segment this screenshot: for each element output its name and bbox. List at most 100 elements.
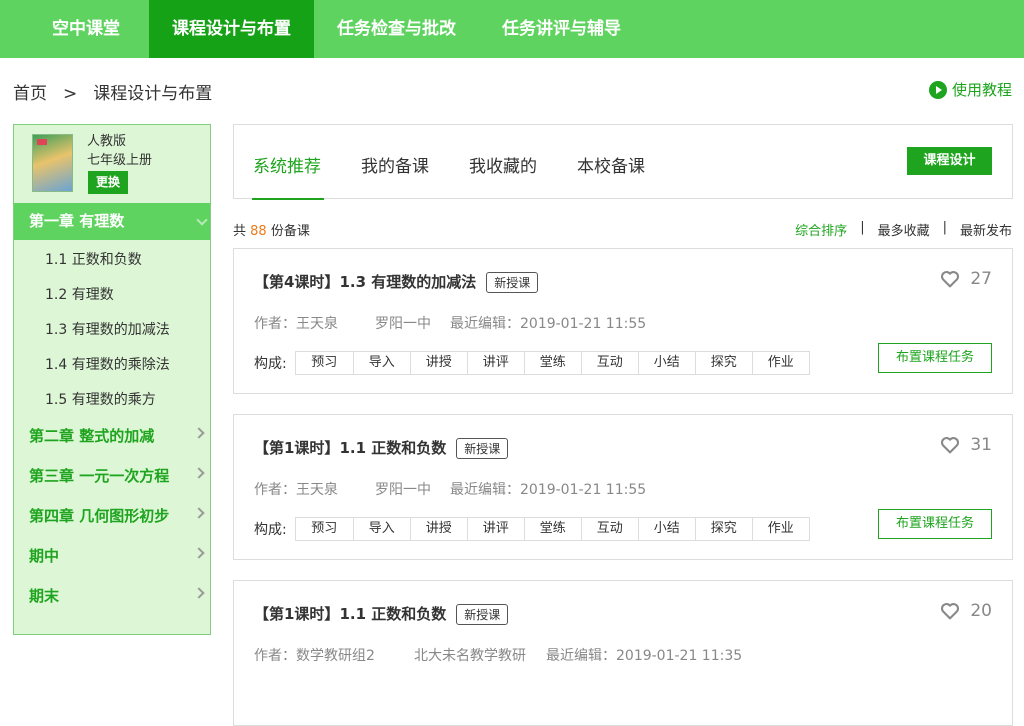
sort-separator: | <box>860 220 865 235</box>
section-item[interactable]: 1.3 有理数的加减法 <box>45 319 170 339</box>
composition-tag: 讲授 <box>409 352 467 374</box>
course-design-button[interactable]: 课程设计 <box>907 147 992 175</box>
composition-tag: 讲评 <box>466 352 524 374</box>
composition-tag: 导入 <box>352 518 410 540</box>
section-item[interactable]: 1.2 有理数 <box>45 284 114 304</box>
chapter-label: 第四章 几何图形初步 <box>29 507 170 525</box>
lesson-author: 作者：王天泉 <box>254 316 338 332</box>
composition-tag: 作业 <box>751 352 809 374</box>
lesson-type-badge: 新授课 <box>486 272 539 293</box>
heart-icon <box>941 271 960 288</box>
textbook-cover <box>32 134 73 192</box>
chapter-item[interactable]: 第四章 几何图形初步 <box>29 505 209 526</box>
chevron-right-icon <box>193 427 205 439</box>
assign-task-button[interactable]: 布置课程任务 <box>878 343 992 373</box>
lesson-card[interactable]: 【第1课时】1.1 正数和负数 新授课 31 作者：王天泉 罗阳一中 最近编辑：201… <box>233 414 1013 560</box>
nav-course-design[interactable]: 课程设计与布置 <box>149 0 314 58</box>
composition-tag: 探究 <box>694 518 752 540</box>
favorite-number: 31 <box>970 435 992 455</box>
lesson-composition: 构成: 预习 导入 讲授 讲评 堂练 互动 小结 探究 作业 <box>254 351 810 375</box>
chapter-item[interactable]: 期末 <box>29 585 209 606</box>
chapter-item[interactable]: 第三章 一元一次方程 <box>29 465 209 486</box>
composition-tag: 堂练 <box>523 518 581 540</box>
chapter-label: 期中 <box>29 547 60 565</box>
nav-task-check[interactable]: 任务检查与批改 <box>314 0 479 58</box>
lesson-title[interactable]: 【第4课时】1.3 有理数的加减法 <box>254 273 476 291</box>
favorite-number: 27 <box>970 269 992 289</box>
textbook-publisher: 人教版 <box>87 134 127 149</box>
lesson-edited: 最近编辑：2019-01-21 11:35 <box>546 648 743 664</box>
top-nav: 空中课堂 课程设计与布置 任务检查与批改 任务讲评与辅导 <box>0 0 1024 58</box>
lesson-meta: 作者：王天泉 罗阳一中 最近编辑：2019-01-21 11:55 <box>254 479 646 499</box>
composition-tag: 小结 <box>637 518 695 540</box>
chevron-right-icon <box>193 507 205 519</box>
tab-my-favorites[interactable]: 我收藏的 <box>469 152 537 177</box>
chapter-label: 第一章 有理数 <box>29 212 125 230</box>
assign-task-button[interactable]: 布置课程任务 <box>878 509 992 539</box>
nav-air-classroom[interactable]: 空中课堂 <box>0 0 149 58</box>
tutorial-link[interactable]: 使用教程 <box>928 79 1012 100</box>
change-textbook-button[interactable]: 更换 <box>88 171 128 194</box>
breadcrumb-home[interactable]: 首页 <box>13 84 47 104</box>
sort-most-favorited[interactable]: 最多收藏 <box>878 220 930 239</box>
tab-panel: 系统推荐 我的备课 我收藏的 本校备课 课程设计 <box>233 124 1013 200</box>
sort-options: 综合排序 | 最多收藏 | 最新发布 <box>795 220 1012 239</box>
lesson-title[interactable]: 【第1课时】1.1 正数和负数 <box>254 439 446 457</box>
lesson-school: 罗阳一中 <box>375 316 431 332</box>
textbook-info: 人教版 七年级上册 <box>87 132 152 170</box>
sort-newest[interactable]: 最新发布 <box>960 220 1012 239</box>
textbook-grade: 七年级上册 <box>87 153 153 168</box>
lesson-title-row: 【第1课时】1.1 正数和负数 新授课 <box>254 437 509 459</box>
lesson-type-badge: 新授课 <box>456 438 509 459</box>
chapter-label: 第二章 整式的加减 <box>29 427 155 445</box>
nav-task-review[interactable]: 任务讲评与辅导 <box>479 0 644 58</box>
count-suffix: 份备课 <box>266 224 310 239</box>
chevron-down-icon <box>196 214 208 226</box>
lesson-author: 作者：数学教研组2 <box>254 648 375 664</box>
composition-tag: 小结 <box>637 352 695 374</box>
lesson-meta: 作者：数学教研组2 北大未名教学教研 最近编辑：2019-01-21 11:35 <box>254 645 742 665</box>
composition-tag: 互动 <box>580 518 638 540</box>
lesson-title[interactable]: 【第1课时】1.1 正数和负数 <box>254 605 446 623</box>
chapter-item[interactable]: 期中 <box>29 545 209 566</box>
heart-icon <box>941 437 960 454</box>
composition-tag: 探究 <box>694 352 752 374</box>
composition-tag: 讲评 <box>466 518 524 540</box>
tab-system-recommend[interactable]: 系统推荐 <box>253 152 321 177</box>
favorite-count[interactable]: 31 <box>940 435 992 455</box>
chapter-item[interactable]: 第二章 整式的加减 <box>29 425 209 446</box>
chapter-item-active[interactable]: 第一章 有理数 <box>14 203 210 240</box>
sort-overall[interactable]: 综合排序 <box>795 220 847 239</box>
chevron-right-icon <box>193 547 205 559</box>
active-tab-indicator <box>252 198 324 200</box>
composition-tag: 预习 <box>311 521 338 536</box>
chevron-right-icon <box>193 587 205 599</box>
section-item[interactable]: 1.4 有理数的乘除法 <box>45 354 170 374</box>
favorite-number: 20 <box>970 601 992 621</box>
count-prefix: 共 <box>233 224 251 239</box>
play-icon <box>928 80 947 99</box>
lesson-card[interactable]: 【第1课时】1.1 正数和负数 新授课 20 作者：数学教研组2 北大未名教学教研 最… <box>233 580 1013 726</box>
lesson-card[interactable]: 【第4课时】1.3 有理数的加减法 新授课 27 作者：王天泉 罗阳一中 最近编辑：2… <box>233 248 1013 394</box>
count-number: 88 <box>250 224 267 239</box>
composition-tag: 互动 <box>580 352 638 374</box>
chapter-label: 期末 <box>29 587 60 605</box>
composition-label: 构成: <box>254 522 287 538</box>
lesson-title-row: 【第4课时】1.3 有理数的加减法 新授课 <box>254 271 539 293</box>
tab-school-lessons[interactable]: 本校备课 <box>577 152 645 177</box>
lesson-school: 罗阳一中 <box>375 482 431 498</box>
composition-tag: 讲授 <box>409 518 467 540</box>
lesson-type-badge: 新授课 <box>456 604 509 625</box>
composition-tag: 预习 <box>311 355 338 370</box>
lesson-school: 北大未名教学教研 <box>414 648 526 664</box>
lesson-edited: 最近编辑：2019-01-21 11:55 <box>450 316 647 332</box>
chevron-right-icon <box>193 467 205 479</box>
tab-my-lessons[interactable]: 我的备课 <box>361 152 429 177</box>
lesson-meta: 作者：王天泉 罗阳一中 最近编辑：2019-01-21 11:55 <box>254 313 646 333</box>
favorite-count[interactable]: 20 <box>940 601 992 621</box>
composition-tag: 作业 <box>751 518 809 540</box>
section-item[interactable]: 1.5 有理数的乘方 <box>45 389 156 409</box>
section-item[interactable]: 1.1 正数和负数 <box>45 249 142 269</box>
favorite-count[interactable]: 27 <box>940 269 992 289</box>
composition-tag: 堂练 <box>523 352 581 374</box>
